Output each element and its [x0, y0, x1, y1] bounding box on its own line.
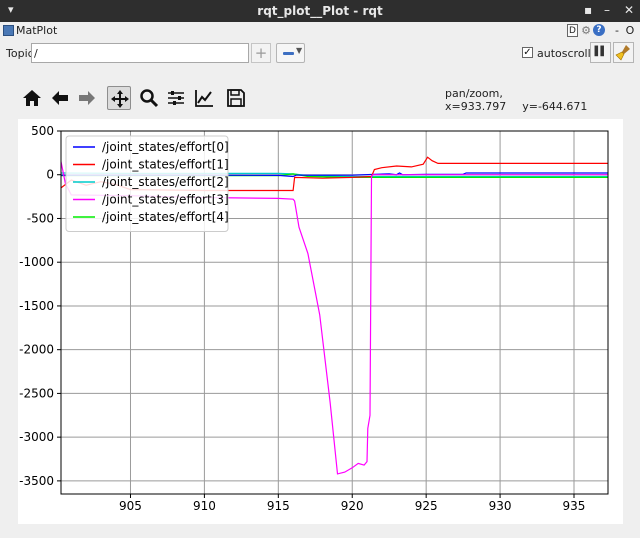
x-tick-label: 910 [193, 499, 216, 513]
gear-icon[interactable]: ⚙ [580, 24, 592, 37]
legend-label: /joint_states/effort[1] [102, 158, 229, 172]
window-title: rqt_plot__Plot - rqt [257, 4, 383, 18]
pan-icon[interactable] [107, 86, 131, 110]
close-icon[interactable]: ✕ [624, 3, 634, 17]
broom-icon [615, 45, 630, 61]
legend-label: /joint_states/effort[2] [102, 175, 229, 189]
main-window: MatPlot D ⚙ ? - O Topic + ▼ ✓ autoscroll… [0, 22, 640, 538]
x-tick-label: 925 [415, 499, 438, 513]
pin-icon[interactable]: ▪ [584, 3, 592, 17]
home-icon[interactable] [20, 86, 44, 110]
dock-d-button[interactable]: D [567, 24, 578, 37]
plot-figure[interactable]: 905 910 915 920 925 930 935 500 0 -500 -1000 -1500 -… [18, 119, 623, 524]
pause-button[interactable]: ▌▌ [590, 42, 611, 63]
y-tick-label: -3000 [19, 430, 54, 444]
remove-topic-button[interactable]: ▼ [276, 43, 305, 63]
window-titlebar: ▾ rqt_plot__Plot - rqt ▪ – ✕ [0, 0, 640, 22]
dock-minimize-button[interactable]: - [612, 24, 622, 37]
zoom-icon[interactable] [137, 86, 161, 110]
y-tick-label: -2500 [19, 386, 54, 400]
clear-button[interactable] [613, 42, 634, 63]
axes-edit-icon[interactable] [192, 86, 216, 110]
x-tick-label: 920 [341, 499, 364, 513]
x-tick-label: 905 [119, 499, 142, 513]
dock-title: MatPlot [16, 24, 58, 37]
y-tick-label: -1500 [19, 299, 54, 313]
x-tick-label: 930 [489, 499, 512, 513]
y-tick-label: -1000 [19, 255, 54, 269]
coordinate-y-readout: y=-644.671 [522, 100, 588, 113]
autoscroll-label: autoscroll [537, 47, 591, 60]
minimize-icon[interactable]: – [604, 3, 610, 17]
subplots-icon[interactable] [164, 86, 188, 110]
legend-label: /joint_states/effort[4] [102, 210, 229, 224]
topic-row: Topic + ▼ ✓ autoscroll ▌▌ [0, 41, 640, 67]
coordinate-x-readout: pan/zoom, x=933.797 [445, 87, 507, 113]
plot-canvas[interactable]: 905 910 915 920 925 930 935 500 0 -500 -1000 -1500 -… [18, 119, 623, 524]
back-icon[interactable] [48, 86, 72, 110]
x-tick-label: 935 [563, 499, 586, 513]
y-tick-label: 0 [46, 168, 54, 182]
x-tick-label: 915 [267, 499, 290, 513]
autoscroll-checkbox[interactable]: ✓ [522, 47, 533, 58]
help-icon[interactable]: ? [593, 24, 605, 36]
matplot-icon [3, 25, 14, 36]
chevron-down-icon: ▼ [296, 46, 303, 55]
legend-label: /joint_states/effort[3] [102, 193, 229, 207]
y-tick-label: -2000 [19, 343, 54, 357]
topic-input[interactable] [31, 43, 249, 63]
forward-icon[interactable] [75, 86, 99, 110]
dock-titlebar: MatPlot D ⚙ ? - O [0, 22, 640, 40]
y-tick-label: -3500 [19, 474, 54, 488]
minus-icon [283, 52, 294, 55]
legend-label: /joint_states/effort[0] [102, 140, 229, 154]
y-tick-label: -500 [27, 211, 54, 225]
save-icon[interactable] [224, 86, 248, 110]
dock-close-button[interactable]: O [625, 24, 635, 37]
y-tick-label: 500 [31, 124, 54, 138]
add-topic-button[interactable]: + [251, 43, 271, 63]
legend: /joint_states/effort[0] /joint_states/eff… [65, 135, 229, 232]
cursor-coordinates: pan/zoom, x=933.797 y=-644.671 [445, 87, 640, 113]
topic-label: Topic [6, 47, 34, 60]
